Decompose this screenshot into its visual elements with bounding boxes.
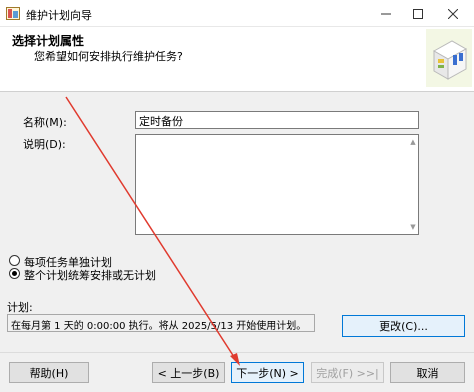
close-icon[interactable] xyxy=(437,0,469,27)
single-schedule-radio[interactable] xyxy=(9,268,20,279)
window-title: 维护计划向导 xyxy=(26,9,92,22)
title-bar: 维护计划向导 xyxy=(0,0,474,27)
change-schedule-button[interactable]: 更改(C)... xyxy=(342,315,465,337)
wizard-graphic-icon xyxy=(426,29,472,87)
help-button[interactable]: 帮助(H) xyxy=(9,362,89,383)
description-label: 说明(D): xyxy=(23,138,66,151)
maintenance-plan-wizard-window: 维护计划向导 选择计划属性 您希望如何安排执行维护任务? 名称(M): 定时备份… xyxy=(0,0,474,392)
page-subtitle: 您希望如何安排执行维护任务? xyxy=(34,50,183,63)
page-title: 选择计划属性 xyxy=(12,34,85,48)
back-button[interactable]: < 上一步(B) xyxy=(152,362,225,383)
cancel-button[interactable]: 取消 xyxy=(390,362,465,383)
scroll-down-icon[interactable]: ▼ xyxy=(408,222,418,232)
schedule-description: 在每月第 1 天的 0:00:00 执行。将从 2025/5/13 开始使用计划… xyxy=(7,314,315,332)
schedule-label: 计划: xyxy=(7,301,33,314)
next-button[interactable]: 下一步(N) > xyxy=(231,362,304,383)
wizard-header: 选择计划属性 您希望如何安排执行维护任务? xyxy=(0,27,474,92)
name-label: 名称(M): xyxy=(23,116,67,129)
single-schedule-label[interactable]: 整个计划统筹安排或无计划 xyxy=(24,267,156,283)
wizard-app-icon xyxy=(6,7,20,20)
scroll-up-icon[interactable]: ▲ xyxy=(408,137,418,147)
minimize-icon[interactable] xyxy=(370,0,402,27)
maximize-icon[interactable] xyxy=(402,0,434,27)
finish-button[interactable]: 完成(F) >>| xyxy=(311,362,384,383)
description-textarea[interactable]: ▲ ▼ xyxy=(135,134,419,235)
separate-schedule-radio[interactable] xyxy=(9,255,20,266)
footer-divider xyxy=(0,352,474,353)
plan-name-input[interactable]: 定时备份 xyxy=(135,111,419,129)
